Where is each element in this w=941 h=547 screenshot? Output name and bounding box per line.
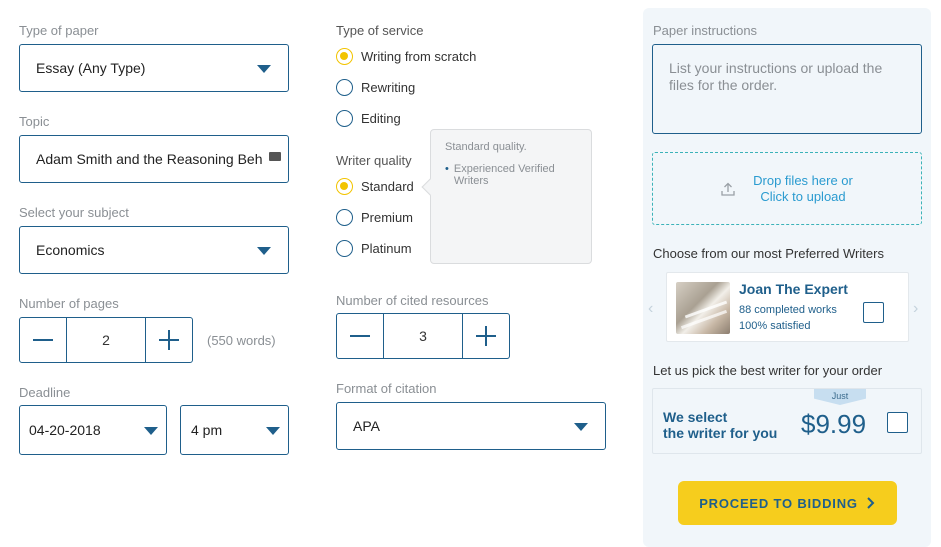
writer-select-checkbox[interactable] <box>863 302 884 323</box>
pages-label: Number of pages <box>19 296 119 311</box>
topic-input[interactable]: Adam Smith and the Reasoning Beh <box>19 135 289 183</box>
citation-value: APA <box>353 418 380 434</box>
words-note: (550 words) <box>207 333 276 348</box>
pages-increment-button[interactable] <box>146 318 192 362</box>
plus-icon <box>159 330 179 350</box>
deadline-time-value: 4 pm <box>191 422 223 438</box>
cited-increment-button[interactable] <box>463 314 509 358</box>
writer-avatar <box>676 282 730 334</box>
paper-type-label: Type of paper <box>19 23 99 38</box>
radio-icon <box>336 110 353 127</box>
subject-value: Economics <box>36 242 105 258</box>
service-option-editing[interactable]: Editing <box>336 110 401 127</box>
paper-type-value: Essay (Any Type) <box>36 60 146 76</box>
ribbon-text: Just <box>831 391 849 401</box>
writer-quality-label: Writer quality <box>336 153 412 168</box>
proceed-label: PROCEED TO BIDDING <box>699 495 858 511</box>
quality-option-premium[interactable]: Premium <box>336 209 413 226</box>
file-drop-zone[interactable]: Drop files here or Click to upload <box>652 152 922 225</box>
service-option-label: Rewriting <box>361 80 416 95</box>
upload-icon <box>721 182 735 196</box>
tooltip-arrow <box>421 178 439 196</box>
keyboard-icon <box>269 152 281 161</box>
radio-icon <box>336 240 353 257</box>
instructions-label: Paper instructions <box>653 23 758 38</box>
pages-decrement-button[interactable] <box>20 318 66 362</box>
subject-label: Select your subject <box>19 205 129 220</box>
tooltip-bullet: • Experienced Verified Writers <box>445 163 585 187</box>
service-option-label: Writing from scratch <box>361 49 477 64</box>
instructions-placeholder: List your instructions or upload the fil… <box>669 60 883 93</box>
quality-tooltip: Standard quality. • Experienced Verified… <box>421 129 592 264</box>
radio-icon <box>336 209 353 226</box>
paper-type-select[interactable]: Essay (Any Type) <box>19 44 289 92</box>
quality-option-label: Premium <box>361 210 414 225</box>
tooltip-bullet-text: Experienced Verified Writers <box>453 163 555 187</box>
topic-value: Adam Smith and the Reasoning Beh <box>36 151 263 167</box>
cited-stepper[interactable]: 3 <box>336 313 510 359</box>
writer-satisfied: 100% satisfied <box>739 320 811 332</box>
deadline-time-select[interactable]: 4 pm <box>180 405 289 455</box>
writer-card[interactable]: Joan The Expert 88 completed works 100% … <box>666 272 909 342</box>
pick-best-line1: We select <box>663 409 728 425</box>
tooltip-title: Standard quality. <box>445 141 527 153</box>
chevron-right-icon <box>867 497 875 509</box>
citation-select[interactable]: APA <box>336 402 606 450</box>
minus-icon <box>350 335 370 337</box>
just-ribbon: Just <box>814 389 866 405</box>
deadline-date-value: 04-20-2018 <box>29 422 101 438</box>
chevron-down-icon <box>574 423 588 431</box>
service-label: Type of service <box>336 23 424 38</box>
deadline-date-select[interactable]: 04-20-2018 <box>19 405 167 455</box>
drop-files-text: Drop files here or <box>753 172 853 188</box>
pages-stepper[interactable]: 2 <box>19 317 193 363</box>
price-value: $9.99 <box>801 409 867 439</box>
cited-decrement-button[interactable] <box>337 314 383 358</box>
proceed-to-bidding-button[interactable]: PROCEED TO BIDDING <box>678 481 897 525</box>
quality-option-platinum[interactable]: Platinum <box>336 240 412 257</box>
radio-selected-icon <box>336 48 353 65</box>
service-option-rewriting[interactable]: Rewriting <box>336 79 415 96</box>
chevron-right-icon[interactable]: › <box>913 300 918 318</box>
pick-best-line2: the writer for you <box>663 425 778 441</box>
bullet-icon: • <box>445 163 449 175</box>
chevron-down-icon <box>266 427 280 435</box>
cited-label: Number of cited resources <box>336 293 489 308</box>
instructions-textarea[interactable]: List your instructions or upload the fil… <box>652 44 922 134</box>
cited-value[interactable]: 3 <box>383 314 463 358</box>
subject-select[interactable]: Economics <box>19 226 289 274</box>
minus-icon <box>33 339 53 341</box>
pick-best-card[interactable]: We select the writer for you Just $9.99 <box>652 388 922 454</box>
quality-option-label: Standard <box>361 179 414 194</box>
pick-best-text: We select the writer for you <box>663 409 777 441</box>
quality-option-standard[interactable]: Standard <box>336 178 414 195</box>
click-upload-link[interactable]: Click to upload <box>753 189 853 205</box>
radio-icon <box>336 79 353 96</box>
service-option-label: Editing <box>361 111 401 126</box>
service-option-writing[interactable]: Writing from scratch <box>336 48 476 65</box>
plus-icon <box>476 326 496 346</box>
citation-label: Format of citation <box>336 381 437 396</box>
chevron-down-icon <box>257 247 271 255</box>
writer-name: Joan The Expert <box>739 281 848 297</box>
preferred-writers-heading: Choose from our most Preferred Writers <box>653 246 884 261</box>
radio-selected-icon <box>336 178 353 195</box>
pages-value[interactable]: 2 <box>66 318 146 362</box>
pick-best-heading: Let us pick the best writer for your ord… <box>653 363 883 378</box>
deadline-label: Deadline <box>19 385 71 400</box>
writer-works: 88 completed works <box>739 304 837 316</box>
topic-label: Topic <box>19 114 50 129</box>
quality-option-label: Platinum <box>361 241 412 256</box>
chevron-down-icon <box>144 427 158 435</box>
chevron-down-icon <box>257 65 271 73</box>
chevron-left-icon[interactable]: ‹ <box>648 300 653 318</box>
pick-best-checkbox[interactable] <box>887 412 908 433</box>
